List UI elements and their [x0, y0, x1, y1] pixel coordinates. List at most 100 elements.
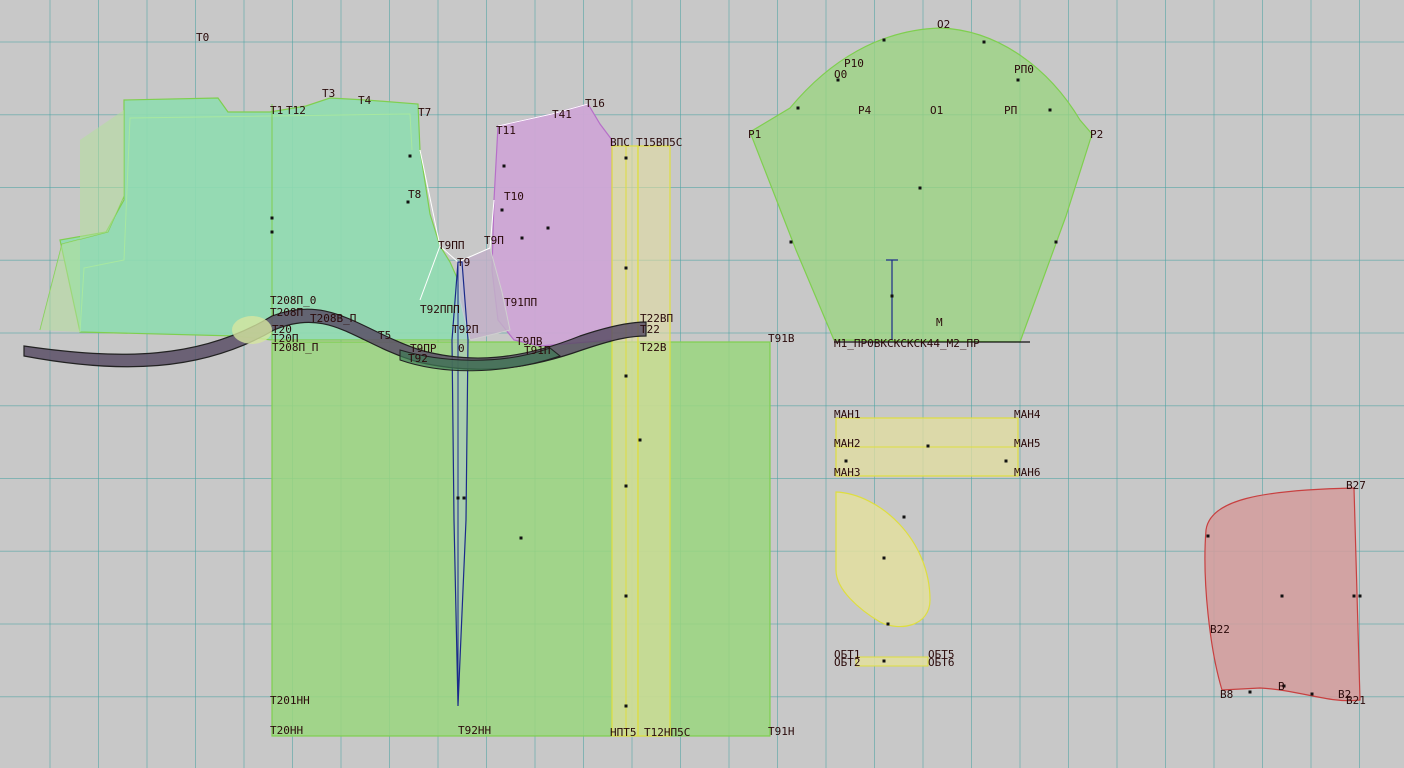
pocket-marker [232, 316, 272, 344]
label-t92: T92 [408, 352, 428, 365]
construction-point [1358, 594, 1362, 598]
construction-point [1016, 78, 1020, 82]
label-t91p: T91П [524, 344, 551, 357]
label-t201nn: T201НН [270, 694, 310, 707]
construction-point [926, 444, 930, 448]
construction-point [1310, 692, 1314, 696]
label-obt6: ОБТ6 [928, 656, 955, 669]
label-t208pp: T208П_П [272, 341, 318, 354]
construction-point [270, 230, 274, 234]
label-t92ppp: T92ППП [420, 303, 460, 316]
label-rp0: PП0 [1014, 63, 1034, 76]
label-v8: В8 [1220, 688, 1233, 701]
label-t3: T3 [322, 87, 335, 100]
label-t9: T9 [457, 256, 470, 269]
construction-point [624, 374, 628, 378]
construction-point [882, 38, 886, 42]
label-v21: В21 [1346, 694, 1366, 707]
placket-strip-right[interactable] [637, 145, 671, 737]
collar-shape[interactable] [1204, 487, 1361, 702]
construction-point [882, 556, 886, 560]
sleeve-piece[interactable] [749, 27, 1093, 343]
label-v27: В27 [1346, 479, 1366, 492]
construction-point [886, 622, 890, 626]
label-man6: МАН6 [1014, 466, 1041, 479]
label-npts: НПТ5 [610, 726, 637, 739]
label-t16: T16 [585, 97, 605, 110]
construction-point [462, 496, 466, 500]
pattern-canvas[interactable]: T0 T12 T1 T3 T4 T7 T8 T11 T41 T16 T10 T9… [0, 0, 1404, 768]
construction-point [796, 106, 800, 110]
label-t22v: T22В [640, 341, 667, 354]
label-t22: T22 [640, 323, 660, 336]
label-t12nps: T12НП5С [644, 726, 690, 739]
label-t91pp: T91ПП [504, 296, 537, 309]
cad-drawing-area[interactable]: T0 T12 T1 T3 T4 T7 T8 T11 T41 T16 T10 T9… [0, 0, 1404, 768]
construction-point [844, 459, 848, 463]
construction-point [624, 704, 628, 708]
construction-point [638, 438, 642, 442]
construction-point [500, 208, 504, 212]
binding-piece[interactable] [855, 656, 929, 667]
label-t1: T1 [270, 104, 283, 117]
construction-point [408, 154, 412, 158]
construction-point [1352, 594, 1356, 598]
label-obt2: ОБТ2 [834, 656, 861, 669]
construction-point [1054, 240, 1058, 244]
label-t5: T5 [378, 329, 391, 342]
label-r2: P2 [1090, 128, 1103, 141]
construction-point [1048, 108, 1052, 112]
label-v9: В [1278, 680, 1285, 693]
construction-point [982, 40, 986, 44]
construction-point [546, 226, 550, 230]
purple-piece[interactable] [491, 103, 613, 347]
construction-point [519, 536, 523, 540]
label-r4: P4 [858, 104, 872, 117]
collar-piece[interactable] [1204, 487, 1361, 702]
label-t92p: T92П [452, 323, 479, 336]
label-o1: O1 [930, 104, 943, 117]
label-r1: P1 [748, 128, 761, 141]
sleeve-shape[interactable] [749, 27, 1093, 343]
label-t91n: T91Н [768, 725, 795, 738]
label-t9pp: T9ПП [438, 239, 465, 252]
construction-point [520, 236, 524, 240]
construction-point [624, 156, 628, 160]
label-t92nn: T92НН [458, 724, 491, 737]
construction-point [624, 484, 628, 488]
label-vps: ВПС [610, 136, 630, 149]
label-t7: T7 [418, 106, 431, 119]
label-m: M [936, 316, 943, 329]
label-v22: В22 [1210, 623, 1230, 636]
construction-point [270, 216, 274, 220]
label-man3: МАН3 [834, 466, 861, 479]
construction-point [1280, 594, 1284, 598]
label-0: 0 [458, 342, 465, 355]
construction-point [1004, 459, 1008, 463]
label-t20nn: T20НН [270, 724, 303, 737]
label-t12: T12 [286, 104, 306, 117]
purple-panel[interactable] [491, 103, 613, 347]
construction-point [902, 515, 906, 519]
label-t15vps: T15ВП5С [636, 136, 682, 149]
label-t4: T4 [358, 94, 372, 107]
construction-point [624, 594, 628, 598]
label-man5: МАН5 [1014, 437, 1041, 450]
construction-point [1206, 534, 1210, 538]
label-man4: МАН4 [1014, 408, 1041, 421]
label-t9p: T9П [484, 234, 504, 247]
construction-point [624, 266, 628, 270]
label-t10: T10 [504, 190, 524, 203]
binding-strip[interactable] [855, 656, 929, 667]
placket-strip-left[interactable] [611, 145, 639, 737]
construction-point [890, 294, 894, 298]
label-rp: PП [1004, 104, 1017, 117]
construction-point [456, 496, 460, 500]
construction-point [1248, 690, 1252, 694]
construction-point [882, 659, 886, 663]
label-t208vp: T208В_П [310, 312, 356, 325]
label-t11: T11 [496, 124, 516, 137]
label-man1: МАН1 [834, 408, 861, 421]
label-t0: T0 [196, 31, 209, 44]
label-t208p: T208П [270, 306, 303, 319]
